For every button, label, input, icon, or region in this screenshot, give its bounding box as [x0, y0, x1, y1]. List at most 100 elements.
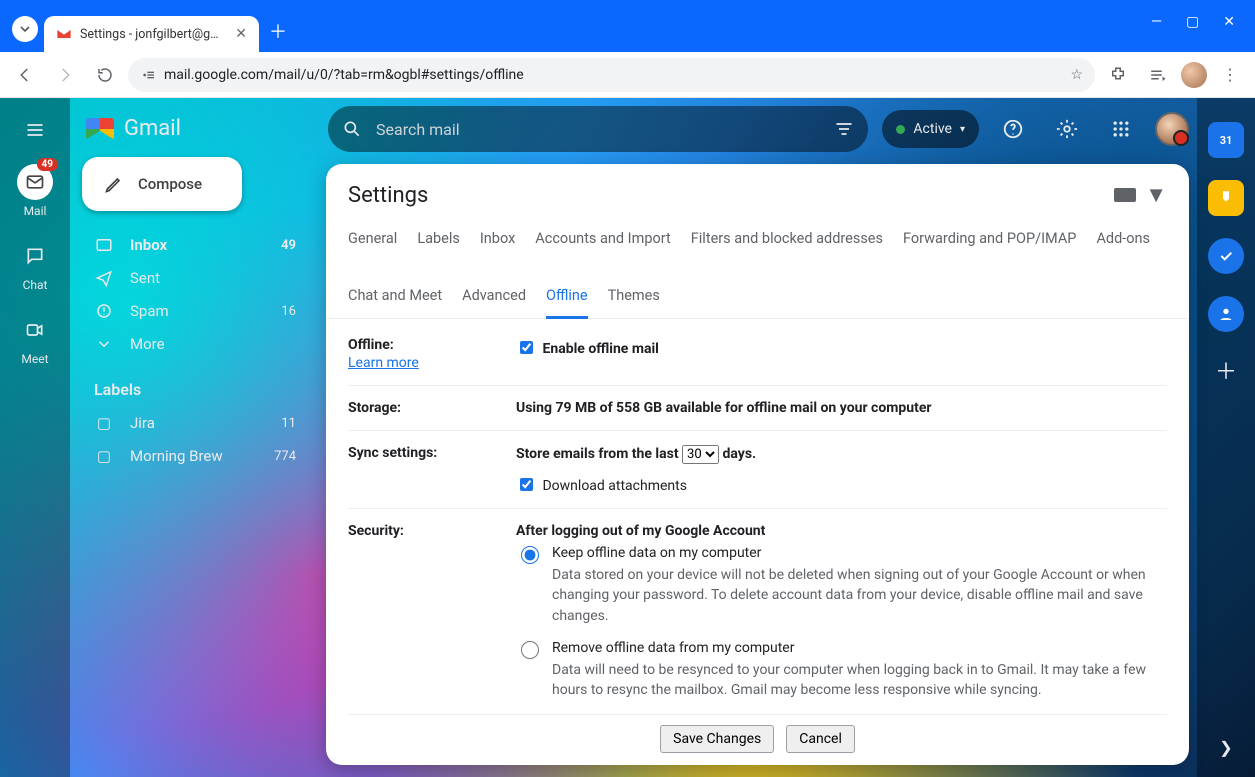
meet-icon: [17, 312, 53, 348]
status-chip[interactable]: Active ▾: [882, 110, 979, 148]
enable-offline-label: Enable offline mail: [542, 341, 658, 357]
contacts-app-icon[interactable]: [1208, 296, 1244, 332]
cancel-button[interactable]: Cancel: [786, 725, 855, 753]
rail-chat[interactable]: Chat: [0, 232, 70, 298]
tab-accounts[interactable]: Accounts and Import: [535, 222, 670, 259]
enable-offline-row[interactable]: Enable offline mail: [516, 341, 659, 357]
window-minimize-icon[interactable]: —: [1151, 14, 1162, 30]
chevron-down-icon: [94, 335, 114, 353]
window-maximize-icon[interactable]: ▢: [1186, 14, 1199, 30]
sidebar-item-count: 11: [281, 416, 296, 431]
calendar-app-icon[interactable]: 31: [1208, 122, 1244, 158]
browser-tab-strip: Settings - jonfgilbert@gmail.co ✕ ＋ — ▢ …: [0, 0, 1255, 52]
nav-forward-button[interactable]: [48, 58, 82, 92]
sidebar-nav: Inbox 49 Sent Spam 16 More: [80, 229, 310, 360]
tasks-app-icon[interactable]: [1208, 238, 1244, 274]
sidebar-item-label: More: [130, 335, 165, 353]
search-icon[interactable]: [342, 119, 362, 139]
tab-forwarding[interactable]: Forwarding and POP/IMAP: [903, 222, 1076, 259]
labels-header: Labels: [80, 360, 310, 407]
nav-reload-button[interactable]: [88, 58, 122, 92]
bookmark-star-icon[interactable]: ☆: [1070, 67, 1083, 83]
sidebar-item-label: Morning Brew: [130, 447, 223, 465]
tab-addons[interactable]: Add-ons: [1096, 222, 1150, 259]
enable-offline-checkbox[interactable]: [520, 341, 533, 354]
sidebar-label-item[interactable]: ▢ Morning Brew 774: [80, 440, 310, 472]
settings-tabs: General Labels Inbox Accounts and Import…: [326, 222, 1189, 319]
keep-app-icon[interactable]: [1208, 180, 1244, 216]
page-title: Settings: [348, 183, 428, 208]
download-attachments-row[interactable]: Download attachments: [516, 478, 687, 494]
sync-days-select[interactable]: 30: [682, 445, 719, 464]
tab-inbox[interactable]: Inbox: [480, 222, 515, 259]
tab-filters[interactable]: Filters and blocked addresses: [691, 222, 883, 259]
settings-title-row: Settings ▼: [326, 164, 1189, 222]
extensions-icon[interactable]: [1101, 58, 1135, 92]
rail-meet[interactable]: Meet: [0, 306, 70, 372]
close-tab-icon[interactable]: ✕: [233, 24, 249, 44]
search-bar[interactable]: [328, 106, 868, 152]
nav-back-button[interactable]: [8, 58, 42, 92]
tab-themes[interactable]: Themes: [608, 279, 660, 318]
browser-tab[interactable]: Settings - jonfgilbert@gmail.co ✕: [44, 16, 259, 52]
tab-general[interactable]: General: [348, 222, 397, 259]
sidebar-item-sent[interactable]: Sent: [80, 262, 310, 294]
search-options-icon[interactable]: [834, 119, 854, 139]
settings-panel: Settings ▼ General Labels Inbox Accounts…: [326, 164, 1189, 765]
sidebar-item-spam[interactable]: Spam 16: [80, 295, 310, 327]
sidebar-item-more[interactable]: More: [80, 328, 310, 360]
site-info-icon[interactable]: [140, 67, 156, 83]
media-control-icon[interactable]: [1141, 58, 1175, 92]
save-button[interactable]: Save Changes: [660, 725, 774, 753]
sidebar: Gmail Compose Inbox 49 Sent Spam 16: [70, 98, 320, 777]
new-tab-button[interactable]: ＋: [269, 24, 287, 42]
sidebar-item-count: 16: [281, 304, 296, 319]
sidebar-label-item[interactable]: ▢ Jira 11: [80, 407, 310, 439]
search-input[interactable]: [374, 119, 822, 140]
radio-remove[interactable]: [521, 641, 539, 659]
download-attachments-checkbox[interactable]: [520, 478, 533, 491]
main-menu-button[interactable]: [15, 110, 55, 150]
input-tools-icon[interactable]: ▼: [1114, 182, 1167, 208]
sync-suffix: days.: [723, 446, 757, 462]
tab-chat-meet[interactable]: Chat and Meet: [348, 279, 442, 318]
sidebar-item-inbox[interactable]: Inbox 49: [80, 229, 310, 261]
browser-menu-icon[interactable]: ⋮: [1213, 58, 1247, 92]
section-sync: Sync settings: Store emails from the las…: [348, 431, 1167, 509]
settings-body[interactable]: Offline: Learn more Enable offline mail …: [326, 319, 1189, 765]
tab-labels[interactable]: Labels: [417, 222, 460, 259]
account-avatar[interactable]: [1155, 112, 1189, 146]
browser-tab-title: Settings - jonfgilbert@gmail.co: [80, 27, 225, 42]
offline-key: Offline:: [348, 337, 394, 353]
settings-gear-icon[interactable]: [1047, 109, 1087, 149]
sent-icon: [94, 269, 114, 287]
google-apps-icon[interactable]: [1101, 109, 1141, 149]
window-controls: — ▢ ✕: [1151, 0, 1255, 30]
tab-offline[interactable]: Offline: [546, 279, 588, 319]
sync-key: Sync settings:: [348, 445, 488, 494]
sidebar-item-label: Sent: [130, 269, 160, 287]
window-close-icon[interactable]: ✕: [1223, 14, 1235, 30]
compose-button[interactable]: Compose: [82, 157, 242, 211]
search-tabs-button[interactable]: [12, 16, 38, 42]
spam-icon: [94, 302, 114, 320]
radio-remove-row[interactable]: Remove offline data from my computer Dat…: [516, 640, 1167, 701]
collapse-side-panel-icon[interactable]: ❯: [1219, 738, 1232, 757]
support-icon[interactable]: [993, 109, 1033, 149]
tab-advanced[interactable]: Advanced: [462, 279, 526, 318]
radio-keep-row[interactable]: Keep offline data on my computer Data st…: [516, 545, 1167, 626]
sidebar-labels: ▢ Jira 11 ▢ Morning Brew 774: [80, 407, 310, 472]
profile-avatar-icon[interactable]: [1181, 62, 1207, 88]
security-heading: After logging out of my Google Account: [516, 523, 1167, 539]
pencil-icon: [104, 174, 124, 194]
radio-keep[interactable]: [521, 546, 539, 564]
gmail-wordmark: Gmail: [124, 116, 181, 141]
action-row: Save Changes Cancel: [348, 715, 1167, 757]
learn-more-link[interactable]: Learn more: [348, 355, 488, 371]
add-addon-icon[interactable]: ＋: [1215, 354, 1237, 386]
rail-mail[interactable]: 49 Mail: [0, 158, 70, 224]
radio-remove-desc: Data will need to be resynced to your co…: [552, 660, 1167, 701]
address-bar[interactable]: mail.google.com/mail/u/0/?tab=rm&ogbl#se…: [128, 58, 1095, 92]
gmail-logo[interactable]: Gmail: [80, 112, 310, 157]
app-header: Active ▾: [320, 98, 1197, 160]
